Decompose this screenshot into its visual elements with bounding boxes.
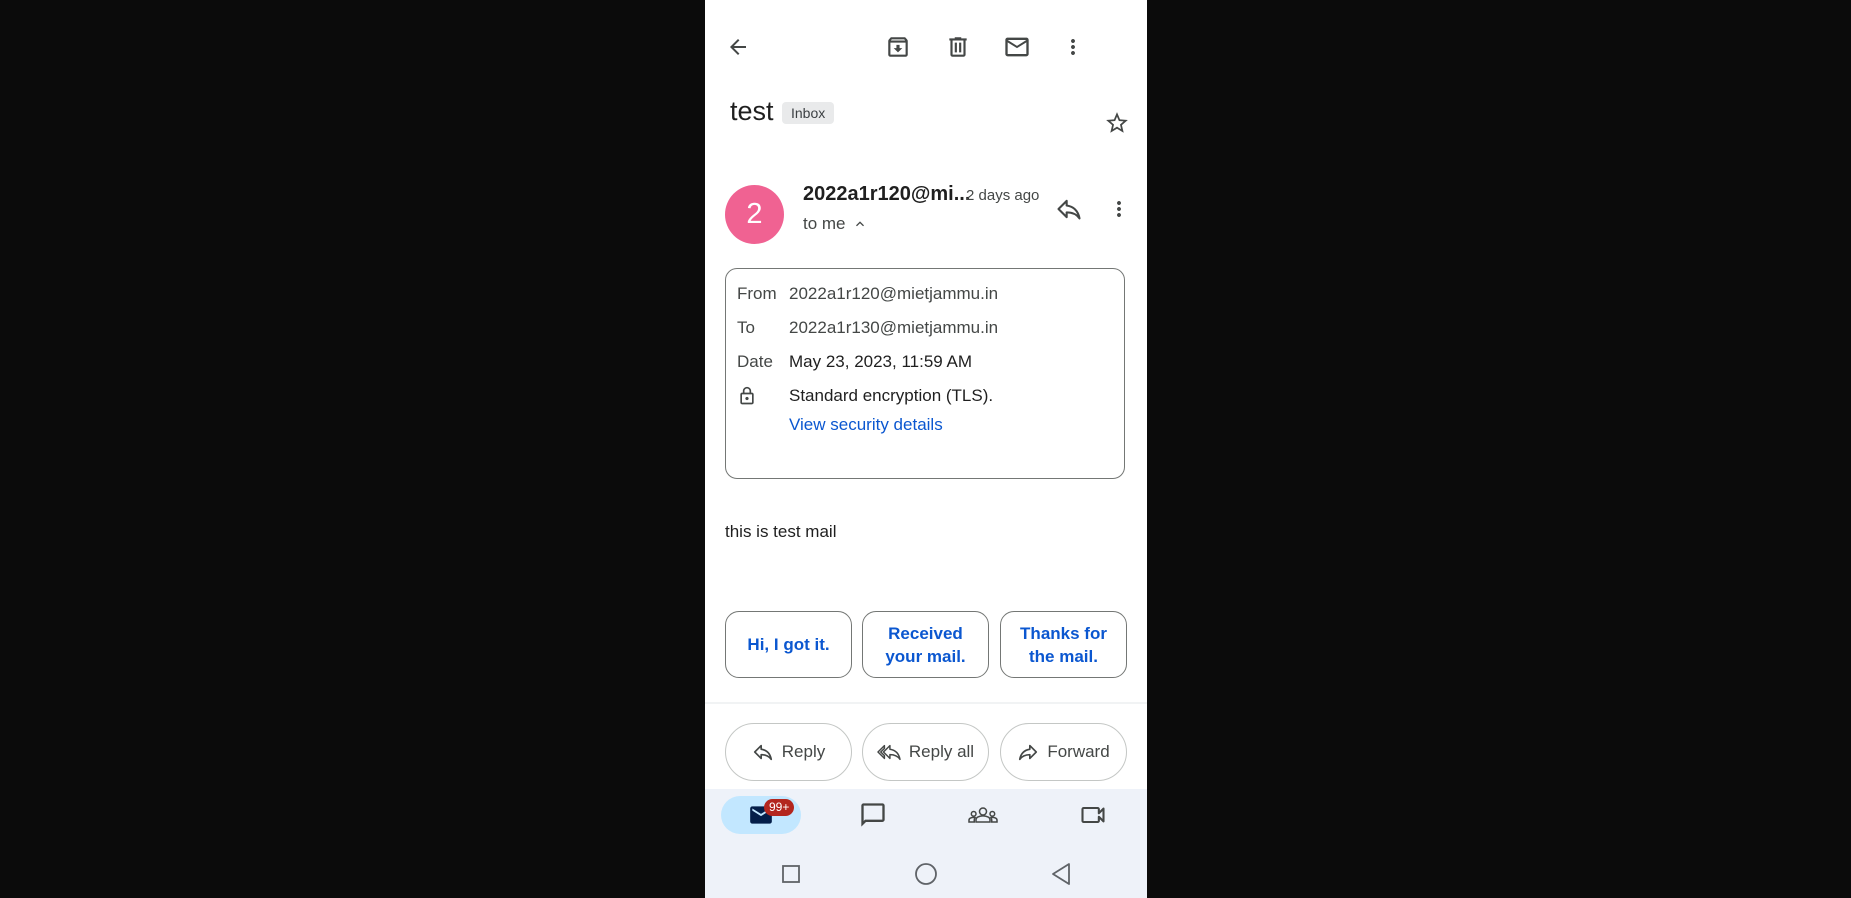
forward-button[interactable]: Forward <box>1000 723 1127 781</box>
chevron-up-icon <box>855 221 864 227</box>
archive-icon <box>888 37 908 57</box>
back-triangle-icon <box>1052 863 1070 885</box>
smart-reply-3[interactable]: Thanks for the mail. <box>1000 611 1127 678</box>
reply-button[interactable]: Reply <box>725 723 852 781</box>
message-details-box: From 2022a1r120@mietjammu.in To 2022a1r1… <box>725 268 1125 479</box>
reply-all-label: Reply all <box>908 742 975 761</box>
recents-square-icon <box>782 865 800 883</box>
nav-spaces[interactable] <box>955 796 1011 834</box>
more-vert-icon <box>1071 39 1075 55</box>
delete-button[interactable] <box>938 27 978 67</box>
to-label: To <box>737 318 755 337</box>
from-value: 2022a1r120@mietjammu.in <box>789 284 999 303</box>
back-button[interactable] <box>718 27 758 67</box>
reply-icon <box>753 744 772 761</box>
reply-all-icon <box>877 744 901 761</box>
recents-button[interactable] <box>771 854 811 894</box>
unread-badge: 99+ <box>764 799 795 816</box>
date-value: May 23, 2023, 11:59 AM <box>789 352 973 371</box>
forward-icon <box>1019 744 1038 761</box>
meet-icon <box>1081 806 1105 824</box>
recipient-summary: to me <box>803 214 846 233</box>
more-vert-icon <box>1117 201 1121 217</box>
recipient-toggle[interactable]: to me <box>803 214 868 234</box>
archive-button[interactable] <box>878 27 918 67</box>
sender-avatar[interactable]: 2 <box>725 185 784 244</box>
smart-reply-2[interactable]: Received your mail. <box>862 611 989 678</box>
home-circle-icon <box>915 863 937 885</box>
label-chip[interactable]: Inbox <box>782 102 835 124</box>
email-body: this is test mail <box>725 522 837 541</box>
system-back-button[interactable] <box>1041 854 1081 894</box>
chat-icon <box>861 803 885 827</box>
home-button[interactable] <box>906 854 946 894</box>
sender-name: 2022a1r120@mi... <box>803 183 971 205</box>
mark-unread-icon <box>1005 37 1029 57</box>
nav-chat[interactable] <box>845 796 901 834</box>
smart-reply-1[interactable]: Hi, I got it. <box>725 611 852 678</box>
reply-icon-button[interactable] <box>1049 189 1089 229</box>
more-options-button[interactable] <box>1053 27 1093 67</box>
message-more-button[interactable] <box>1099 189 1139 229</box>
spaces-icon <box>968 807 998 823</box>
reply-icon <box>1057 199 1081 220</box>
bottom-navigation: 99+ <box>705 789 1147 850</box>
email-subject: test <box>730 96 774 126</box>
mark-unread-button[interactable] <box>997 27 1037 67</box>
delete-icon <box>949 37 967 57</box>
system-navigation-bar <box>705 850 1147 898</box>
back-arrow-icon <box>730 39 746 55</box>
divider <box>705 702 1147 704</box>
phone-screen: test Inbox 2 2022a1r120@mi... 2 days ago… <box>705 0 1147 898</box>
star-button[interactable] <box>1097 103 1137 143</box>
star-outline-icon <box>1106 112 1128 133</box>
from-label: From <box>737 284 777 303</box>
nav-meet[interactable] <box>1065 796 1121 834</box>
forward-label: Forward <box>1047 742 1110 761</box>
reply-all-button[interactable]: Reply all <box>862 723 989 781</box>
sent-time: 2 days ago <box>966 187 1040 204</box>
to-value: 2022a1r130@mietjammu.in <box>789 318 999 337</box>
lock-icon <box>740 386 754 405</box>
reply-label: Reply <box>781 742 826 761</box>
date-label: Date <box>737 352 773 371</box>
view-security-details-link[interactable]: View security details <box>789 415 943 435</box>
security-text: Standard encryption (TLS). <box>789 386 994 405</box>
